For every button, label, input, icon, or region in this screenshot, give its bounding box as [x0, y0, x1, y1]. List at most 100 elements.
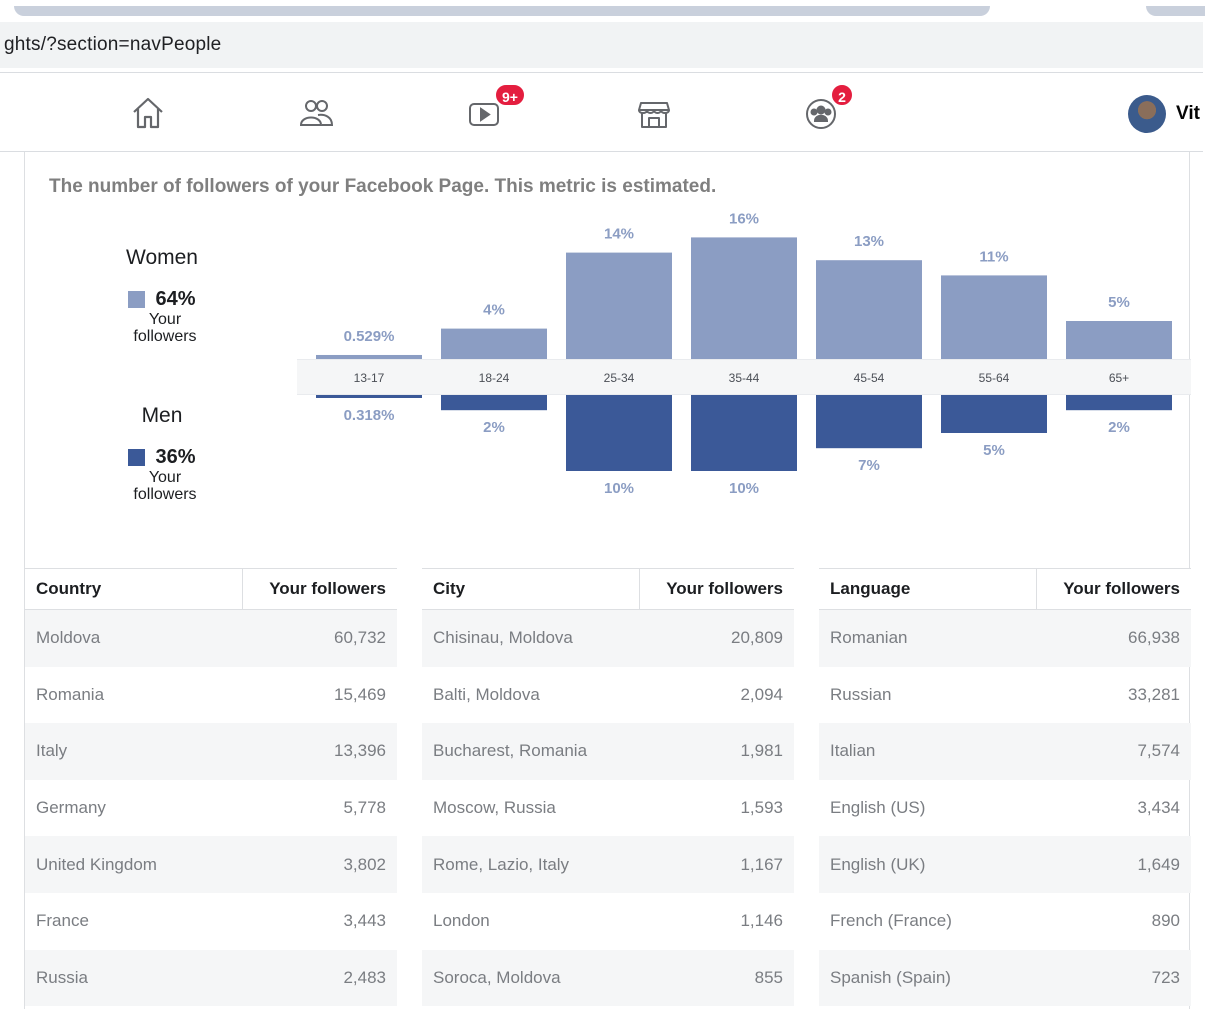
avatar[interactable]	[1128, 95, 1166, 133]
legend-men-sub: Your followers	[133, 469, 197, 503]
women-bar	[691, 237, 797, 359]
women-bar	[441, 328, 547, 359]
card-subtitle: The number of followers of your Facebook…	[49, 176, 717, 197]
table-cell-value: 855	[754, 967, 783, 987]
home-icon[interactable]	[130, 95, 170, 135]
table-cell-name: Rome, Lazio, Italy	[433, 854, 570, 874]
table-cell-value: 3,443	[343, 911, 386, 931]
table-cell-name: English (UK)	[830, 854, 926, 874]
city-table-header: City Your followers	[422, 568, 794, 610]
women-bar-label: 16%	[729, 210, 759, 227]
men-bar-label: 5%	[983, 442, 1005, 459]
active-tab-shape[interactable]	[14, 6, 990, 16]
table-row: Rome, Lazio, Italy 1,167	[422, 836, 794, 893]
table-cell-value: 13,396	[334, 741, 386, 761]
facebook-top-nav: 9+ 2 Vit	[0, 72, 1203, 152]
table-cell-name: Moscow, Russia	[433, 798, 556, 818]
women-bar-label: 11%	[979, 248, 1008, 265]
age-tick-label: 45-54	[854, 371, 885, 385]
age-tick-label: 25-34	[604, 371, 635, 385]
table-row: Germany 5,778	[25, 780, 397, 837]
men-bar-label: 7%	[858, 457, 880, 474]
language-table: Language Your followers Romanian 66,938 Ru…	[819, 568, 1191, 1009]
table-row: France 3,443	[25, 893, 397, 950]
language-col-header[interactable]: Language	[819, 569, 1037, 609]
women-bar	[941, 275, 1047, 359]
women-bar	[566, 252, 672, 359]
table-cell-value: 1,649	[1137, 854, 1180, 874]
followers-tables: Country Your followers Moldova 60,732 Roma…	[25, 568, 1191, 1009]
men-bar	[941, 395, 1047, 433]
men-bar	[816, 395, 922, 449]
table-row: English (US) 3,434	[819, 780, 1191, 837]
table-cell-value: 1,593	[740, 798, 783, 818]
legend-women-label: Women	[126, 246, 198, 269]
table-cell-name: French (France)	[830, 911, 952, 931]
table-row: London 1,146	[422, 893, 794, 950]
table-row: Bucharest, Romania 1,981	[422, 723, 794, 780]
table-row: Chisinau, Moldova 20,809	[422, 610, 794, 667]
table-row: French (France) 890	[819, 893, 1191, 950]
country-table-header: Country Your followers	[25, 568, 397, 610]
men-bar-label: 10%	[729, 480, 759, 497]
country-table: Country Your followers Moldova 60,732 Roma…	[25, 568, 397, 1009]
table-cell-name: Russian	[830, 684, 892, 704]
legend-women: Women 64% Your followers	[92, 246, 232, 345]
women-bar-label: 13%	[854, 233, 884, 250]
profile-button[interactable]: Vit	[1128, 95, 1200, 133]
language-table-header: Language Your followers	[819, 568, 1191, 610]
city-col-header[interactable]: City	[422, 569, 640, 609]
table-cell-value: 66,938	[1128, 628, 1180, 648]
profile-name[interactable]: Vit	[1176, 103, 1200, 125]
women-bar	[316, 354, 422, 359]
table-cell-name: United Kingdom	[36, 854, 157, 874]
women-bar-label: 14%	[604, 226, 634, 243]
address-bar[interactable]: ghts/?section=navPeople	[0, 22, 1203, 68]
legend-women-sub: Your followers	[133, 311, 197, 345]
men-bar-label: 0.318%	[344, 407, 395, 424]
table-cell-value: 723	[1151, 967, 1180, 987]
table-row: Moldova 60,732	[25, 610, 397, 667]
table-cell-name: Chisinau, Moldova	[433, 628, 573, 648]
table-row: Italian 7,574	[819, 723, 1191, 780]
age-tick-label: 55-64	[979, 371, 1010, 385]
table-cell-name: France	[36, 911, 89, 931]
legend-men-swatch	[128, 449, 146, 466]
women-bar	[1066, 321, 1172, 359]
table-row: Spanish (Spain) 723	[819, 949, 1191, 1007]
table-cell-value: 890	[1151, 911, 1180, 931]
table-cell-name: Balti, Moldova	[433, 684, 540, 704]
table-row: English (UK) 1,649	[819, 836, 1191, 893]
language-followers-col-header[interactable]: Your followers	[1037, 569, 1191, 609]
table-cell-value: 33,281	[1128, 684, 1180, 704]
table-cell-name: Romania	[36, 684, 105, 704]
table-cell-value: 3,434	[1137, 798, 1180, 818]
legend-women-swatch	[128, 291, 146, 308]
age-gender-chart-svg: 0.529% 0.318% 13-17 4% 2% 18-24 14% 10% 25-34 16%…	[316, 210, 1172, 497]
table-cell-name: Russia	[36, 967, 88, 987]
table-row: Soroca, Moldova 855	[422, 949, 794, 1007]
age-tick-label: 18-24	[479, 371, 510, 385]
city-table: City Your followers Chisinau, Moldova 20,…	[422, 568, 794, 1009]
women-bar	[816, 260, 922, 359]
address-url[interactable]: ghts/?section=navPeople	[4, 34, 221, 56]
age-gender-chart: 0.529% 0.318% 13-17 4% 2% 18-24 14% 10% 25-34 16%…	[297, 207, 1191, 507]
women-bar-label: 5%	[1108, 294, 1130, 311]
table-cell-value: 2,094	[740, 684, 783, 704]
friends-icon[interactable]	[298, 95, 338, 135]
table-cell-name: Italian	[830, 741, 876, 761]
men-bar	[691, 395, 797, 471]
country-col-header[interactable]: Country	[25, 569, 243, 609]
marketplace-icon[interactable]	[636, 95, 676, 135]
table-cell-value: 3,802	[343, 854, 386, 874]
inactive-tab-shape[interactable]	[1146, 6, 1205, 16]
country-followers-col-header[interactable]: Your followers	[243, 569, 397, 609]
table-row: Moscow, Russia 1,593	[422, 780, 794, 837]
table-cell-value: 20,809	[731, 628, 783, 648]
table-row: Balti, Moldova 2,094	[422, 667, 794, 724]
city-followers-col-header[interactable]: Your followers	[640, 569, 794, 609]
followers-card: The number of followers of your Facebook…	[24, 152, 1191, 1009]
men-bar	[441, 395, 547, 411]
legend-men-label: Men	[141, 404, 183, 427]
table-cell-name: English (US)	[830, 798, 926, 818]
